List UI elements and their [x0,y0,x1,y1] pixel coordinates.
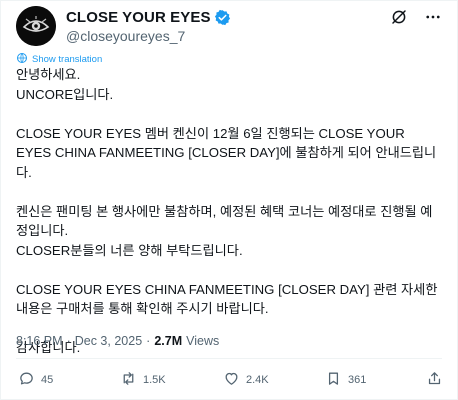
views-label: Views [186,334,220,348]
meta-separator: · [146,334,151,348]
author-name-row[interactable]: CLOSE YOUR EYES [66,7,231,27]
post-line: CLOSE YOUR EYES CHINA FANMEETING [CLOSER… [16,281,438,317]
reply-count: 45 [41,374,54,386]
avatar[interactable] [16,6,56,46]
bookmark-button[interactable]: 361 [325,370,366,390]
divider [16,358,442,359]
avatar-eye-logo [16,6,56,46]
reply-icon [18,370,35,390]
like-button[interactable]: 2.4K [223,370,269,390]
repost-count: 1.5K [143,374,166,386]
views-count[interactable]: 2.7M [154,334,182,348]
author-display-name[interactable]: CLOSE YOUR EYES [66,9,211,26]
post-time[interactable]: 8:16 PM [16,334,63,348]
repost-button[interactable]: 1.5K [120,370,166,390]
post-line: CLOSE YOUR EYES 멤버 켄신이 12월 6일 진행되는 CLOSE… [16,125,437,180]
post-line: 안녕하세요. [16,67,81,82]
show-translation-label[interactable]: Show translation [32,54,102,65]
share-icon [426,370,443,390]
post-date[interactable]: Dec 3, 2025 [75,334,142,348]
meta-separator: · [66,334,71,348]
bookmark-icon [325,370,342,390]
more-icon[interactable] [422,6,444,28]
verified-badge-icon [214,9,231,26]
post-line: CLOSER분들의 너른 양해 부탁드립니다. [16,242,243,258]
repost-icon [120,370,137,390]
author-handle[interactable]: @closeyoureyes_7 [66,28,185,44]
like-count: 2.4K [246,374,269,386]
grok-icon[interactable] [388,6,410,28]
reply-button[interactable]: 45 [18,370,53,390]
like-icon [223,370,240,390]
post-meta: 8:16 PM · Dec 3, 2025 · 2.7M Views [16,334,219,348]
post-line: 켄신은 팬미팅 본 행사에만 불참하며, 예정된 혜택 코너는 예정대로 진행될… [16,203,433,239]
bookmark-count: 361 [348,374,367,386]
share-button[interactable] [426,370,443,390]
post-line: UNCORE입니다. [16,86,114,102]
post-header-actions [388,6,444,28]
post-body: 안녕하세요. UNCORE입니다. CLOSE YOUR EYES 멤버 켄신이… [16,65,442,358]
